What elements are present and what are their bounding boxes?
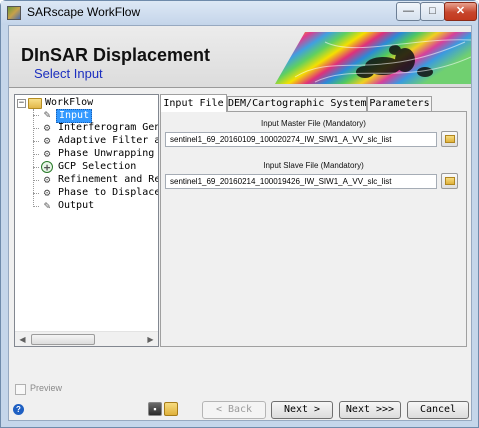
workflow-tree[interactable]: − WorkFlow ✎ Input ⚙ Interferogram Gener… — [14, 94, 159, 347]
folder-icon — [28, 98, 42, 109]
tree-item-input[interactable]: ✎ Input — [33, 108, 158, 123]
input-file-panel: Input Master File (Mandatory) sentinel1_… — [160, 111, 467, 347]
help-icon[interactable]: ? — [13, 404, 24, 415]
tree-connector — [33, 109, 34, 205]
tab-container: Input File DEM/Cartographic System Param… — [160, 94, 467, 347]
window-title: SARscape WorkFlow — [27, 5, 141, 19]
tree-item-phase-to-displacement[interactable]: ⚙ Phase to Displacement Conversion and G… — [33, 186, 158, 200]
tree-item-output[interactable]: ✎ Output — [33, 199, 158, 213]
master-browse-button[interactable] — [441, 131, 458, 147]
tab-parameters[interactable]: Parameters — [367, 96, 432, 111]
tree-item-adaptive-filter[interactable]: ⚙ Adaptive Filter and Coherence Generati… — [33, 134, 158, 148]
close-button[interactable]: ✕ — [444, 2, 477, 21]
slave-browse-button[interactable] — [441, 173, 458, 189]
master-file-field[interactable]: sentinel1_69_20160109_100020274_IW_SIW1_… — [165, 132, 437, 147]
pencil-icon: ✎ — [43, 199, 51, 212]
tree-item-phase-unwrapping[interactable]: ⚙ Phase Unwrapping — [33, 147, 158, 161]
maximize-button[interactable]: □ — [420, 2, 445, 21]
app-icon — [7, 6, 21, 20]
preview-checkbox[interactable] — [15, 384, 26, 395]
app-window: SARscape WorkFlow — □ ✕ DInSAR Displacem… — [0, 0, 479, 428]
minimize-button[interactable]: — — [396, 2, 421, 21]
tree-item-label: Phase to Displacement Conversion and Geo… — [58, 187, 158, 198]
tree-item-gcp-selection[interactable]: + GCP Selection — [33, 161, 158, 174]
master-file-label: Input Master File (Mandatory) — [261, 119, 366, 128]
step-icon: ⚙ — [43, 134, 51, 147]
open-folder-icon[interactable] — [164, 402, 178, 416]
banner-subtitle: Select Input — [34, 66, 103, 81]
interferogram-image — [275, 32, 471, 84]
slave-file-field[interactable]: sentinel1_69_20160214_100019426_IW_SIW1_… — [165, 174, 437, 189]
back-button[interactable]: < Back — [202, 401, 266, 419]
tree-item-label: GCP Selection — [58, 161, 137, 172]
banner-title: DInSAR Displacement — [21, 45, 211, 65]
step-icon: ⚙ — [43, 121, 51, 134]
collapse-icon[interactable]: − — [17, 99, 26, 108]
tree-horizontal-scrollbar[interactable]: ◀ ▶ — [15, 331, 158, 346]
tab-input-file[interactable]: Input File — [160, 94, 227, 112]
tree-item-label: Adaptive Filter and Coherence Generation — [58, 135, 158, 146]
folder-icon — [445, 177, 455, 185]
tree-root-label: WorkFlow — [45, 97, 94, 108]
scrollbar-thumb[interactable] — [31, 334, 95, 345]
tree-item-label: Input — [56, 109, 93, 123]
add-icon: + — [41, 161, 53, 174]
scroll-left-icon[interactable]: ◀ — [15, 332, 30, 346]
tree-item-refinement[interactable]: ⚙ Refinement and Re-flattening — [33, 173, 158, 187]
tree-item-interferogram-generation[interactable]: ⚙ Interferogram Generation — [33, 121, 158, 135]
tree-content: − WorkFlow ✎ Input ⚙ Interferogram Gener… — [15, 95, 158, 331]
preview-label: Preview — [30, 383, 63, 393]
tree-item-label: Interferogram Generation — [58, 122, 158, 133]
tree-item-label: Refinement and Re-flattening — [58, 174, 158, 185]
tab-dem-cartographic-system[interactable]: DEM/Cartographic System — [227, 96, 367, 111]
next-all-button[interactable]: Next >>> — [339, 401, 401, 419]
cancel-button[interactable]: Cancel — [407, 401, 469, 419]
tree-item-label: Phase Unwrapping — [58, 148, 155, 159]
dialog-body: DInSAR Displacement Select Input − WorkF… — [8, 25, 472, 421]
step-icon: ⚙ — [43, 173, 51, 186]
scroll-right-icon[interactable]: ▶ — [143, 332, 158, 346]
slave-file-label: Input Slave File (Mandatory) — [263, 161, 364, 170]
save-icon[interactable]: ▪ — [148, 402, 162, 416]
header-banner: DInSAR Displacement Select Input — [9, 26, 471, 88]
step-icon: ⚙ — [43, 147, 51, 160]
tree-item-label: Output — [58, 200, 95, 211]
next-button[interactable]: Next > — [271, 401, 333, 419]
title-bar[interactable]: SARscape WorkFlow — □ ✕ — [1, 1, 478, 25]
pencil-icon: ✎ — [43, 108, 51, 121]
folder-icon — [445, 135, 455, 143]
step-icon: ⚙ — [43, 186, 51, 199]
